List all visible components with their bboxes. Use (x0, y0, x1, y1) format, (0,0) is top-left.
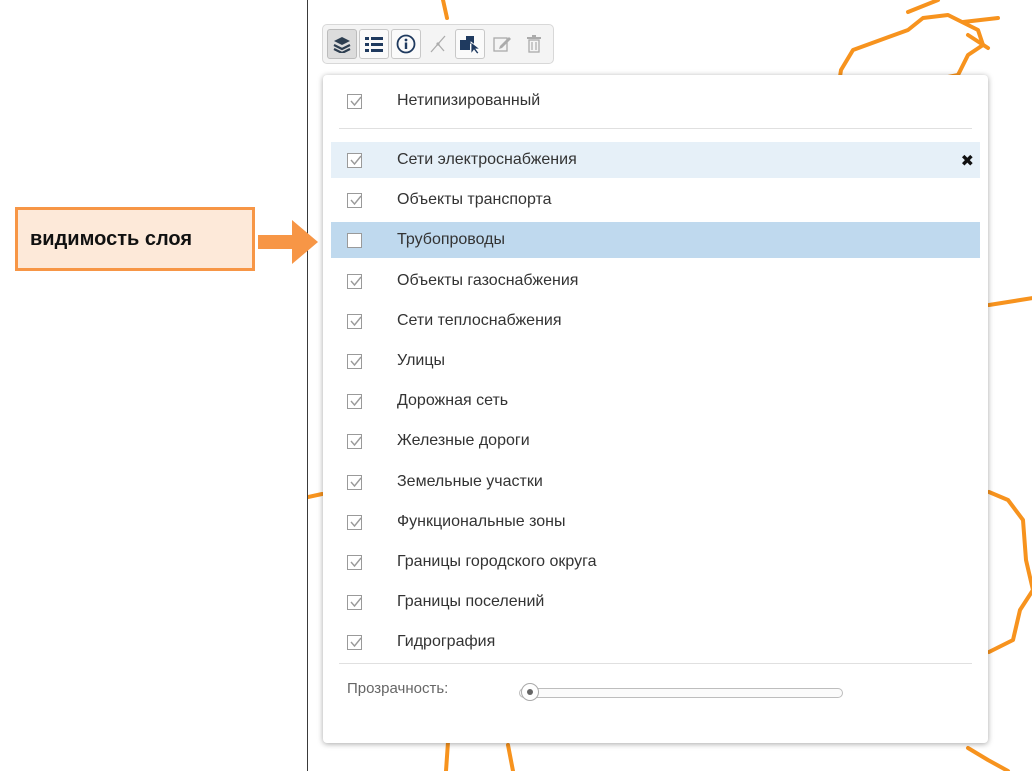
boundary-line (441, 0, 449, 20)
layer-label: Функциональные зоны (397, 513, 566, 530)
boundary-line (506, 743, 515, 771)
checkmark-icon (350, 155, 362, 165)
edit-icon (493, 37, 511, 52)
legend-button[interactable] (359, 29, 389, 59)
layer-row[interactable]: Объекты газоснабжения (331, 263, 980, 299)
layer-row[interactable]: Сети электроснабжения ✖ (331, 142, 980, 178)
layer-visibility-checkbox[interactable] (347, 634, 362, 650)
layer-row[interactable]: Земельные участки (331, 464, 980, 500)
screen: видимость слоя Нетипизированный Сети эле… (0, 0, 1032, 771)
select-features-icon (460, 36, 481, 54)
layer-label: Земельные участки (397, 473, 543, 490)
boundary-line (444, 740, 450, 771)
layer-label: Трубопроводы (397, 231, 505, 248)
layer-visibility-checkbox[interactable] (347, 594, 362, 610)
checkmark-icon (350, 637, 362, 647)
edit-button[interactable] (487, 29, 517, 59)
delete-button[interactable] (519, 29, 549, 59)
select-features-button[interactable] (455, 29, 485, 59)
boundary-line (961, 16, 1000, 24)
layer-row[interactable]: Трубопроводы (331, 222, 980, 258)
layer-label: Железные дороги (397, 432, 530, 449)
layer-row[interactable]: Дорожная сеть (331, 383, 980, 419)
opacity-slider-track[interactable] (519, 688, 843, 698)
checkmark-icon (350, 96, 362, 106)
layer-visibility-checkbox[interactable] (347, 93, 362, 109)
layer-row[interactable]: Железные дороги (331, 423, 980, 459)
layers-button[interactable] (327, 29, 357, 59)
layer-visibility-checkbox[interactable] (347, 474, 362, 490)
divider (339, 128, 972, 129)
info-icon (396, 34, 416, 54)
layer-visibility-checkbox[interactable] (347, 192, 362, 208)
checkmark-icon (350, 517, 362, 527)
layer-visibility-checkbox[interactable] (347, 514, 362, 530)
layer-label: Сети теплоснабжения (397, 312, 562, 329)
layer-row[interactable]: Сети теплоснабжения (331, 303, 980, 339)
layer-row[interactable]: Функциональные зоны (331, 504, 980, 540)
boundary-line (308, 492, 324, 499)
map-toolbar (322, 24, 554, 64)
layer-row[interactable]: Объекты транспорта (331, 182, 980, 218)
measure-button[interactable] (423, 29, 453, 59)
layer-label: Гидрография (397, 633, 496, 650)
opacity-control: Прозрачность: (347, 680, 448, 697)
checkmark-icon (350, 396, 362, 406)
layer-label: Сети электроснабжения (397, 151, 577, 168)
layer-visibility-checkbox[interactable] (347, 152, 362, 168)
checkmark-icon (350, 316, 362, 326)
layer-visibility-checkbox[interactable] (347, 232, 362, 248)
legend-list-icon (365, 37, 383, 52)
annotation-callout: видимость слоя (15, 207, 255, 271)
checkmark-icon (350, 195, 362, 205)
layer-row[interactable]: Гидрография (331, 624, 980, 660)
layers-panel: Нетипизированный Сети электроснабжения ✖ О… (323, 75, 988, 743)
layer-visibility-checkbox[interactable] (347, 353, 362, 369)
checkmark-icon (350, 276, 362, 286)
layer-label: Нетипизированный (397, 92, 541, 109)
layer-row[interactable]: Границы поселений (331, 584, 980, 620)
layer-visibility-checkbox[interactable] (347, 433, 362, 449)
layer-visibility-checkbox[interactable] (347, 313, 362, 329)
boundary-line (987, 296, 1032, 307)
divider (339, 663, 972, 664)
layers-icon (333, 37, 351, 53)
boundary-line (906, 0, 940, 14)
callout-text: видимость слоя (30, 227, 193, 250)
checkmark-icon (350, 557, 362, 567)
boundary-line (966, 746, 1010, 771)
measure-icon (430, 35, 446, 53)
checkmark-icon (350, 597, 362, 607)
opacity-slider-handle[interactable] (521, 683, 539, 701)
layer-label: Границы городского округа (397, 553, 597, 570)
checkmark-icon (350, 356, 362, 366)
info-button[interactable] (391, 29, 421, 59)
layer-label: Объекты транспорта (397, 191, 552, 208)
opacity-label: Прозрачность: (347, 680, 449, 697)
layer-label: Границы поселений (397, 593, 545, 610)
layer-visibility-checkbox[interactable] (347, 273, 362, 289)
layer-row[interactable]: Границы городского округа (331, 544, 980, 580)
layer-label: Улицы (397, 352, 446, 369)
checkmark-icon (350, 436, 362, 446)
checkmark-icon (350, 477, 362, 487)
layer-label: Дорожная сеть (397, 392, 509, 409)
remove-layer-icon[interactable]: ✖ (961, 151, 974, 171)
layer-row-untyped[interactable]: Нетипизированный (331, 83, 980, 119)
callout-arrow-icon (258, 220, 318, 264)
layer-label: Объекты газоснабжения (397, 272, 579, 289)
boundary-line (987, 490, 1032, 654)
layer-row[interactable]: Улицы (331, 343, 980, 379)
layer-visibility-checkbox[interactable] (347, 393, 362, 409)
trash-icon (527, 35, 541, 53)
layer-visibility-checkbox[interactable] (347, 554, 362, 570)
